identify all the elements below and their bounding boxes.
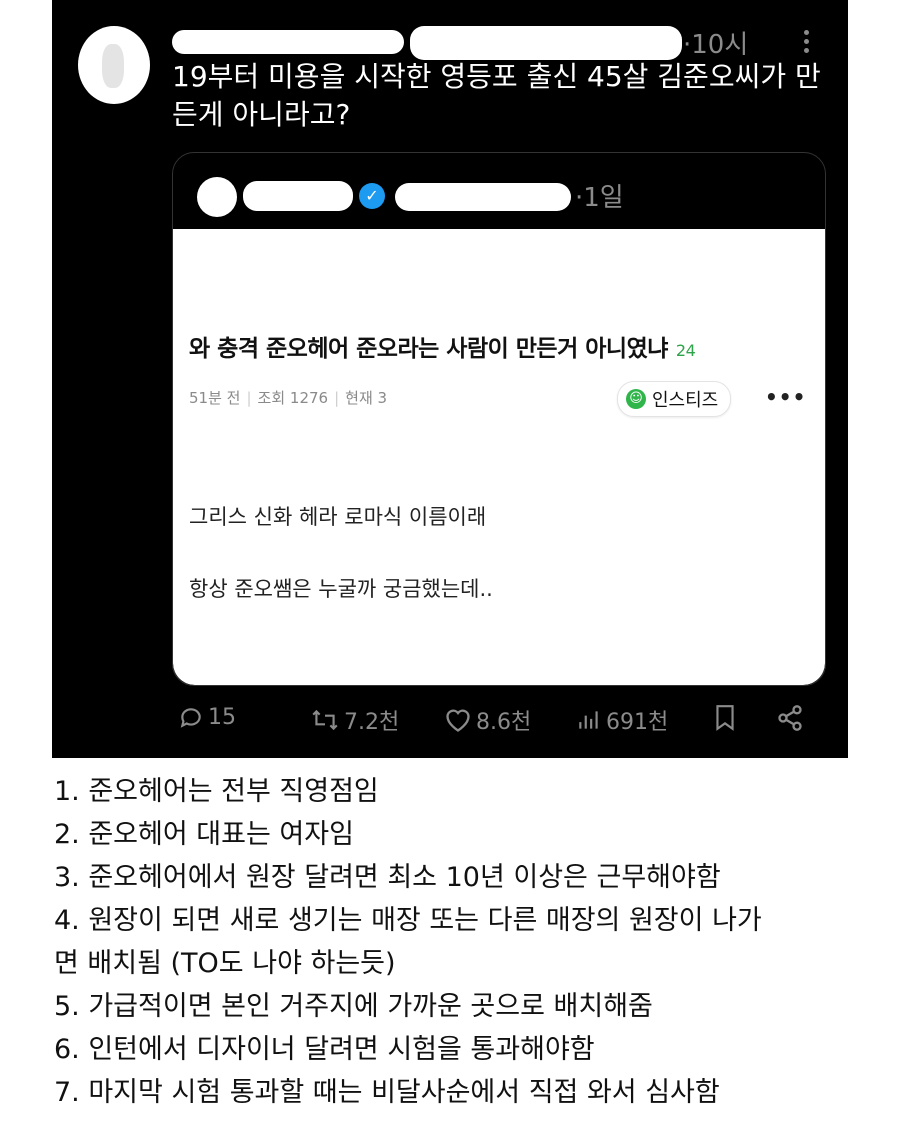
article-current: 현재 3 (345, 389, 388, 407)
article-posted: 51분 전 (189, 389, 241, 407)
article-title-text: 와 충격 준오헤어 준오라는 사람이 만든거 아니였냐 (189, 336, 668, 362)
note-line-3: 3. 준오헤어에서 원장 달려면 최소 10년 이상은 근무해야함 (54, 862, 721, 893)
article-body-line-2: 항상 준오쌤은 누굴까 궁금했는데.. (189, 577, 493, 601)
post-time: ·10시 (683, 30, 749, 60)
article-body-line-1: 그리스 신화 헤라 로마식 이름이래 (189, 505, 487, 529)
smile-icon: ☺ (626, 389, 646, 409)
bookmark-button[interactable] (712, 704, 742, 732)
redacted-quoted-name (243, 181, 353, 211)
article-views: 조회 1276 (257, 389, 329, 407)
views-button[interactable]: 691천 (576, 704, 668, 736)
more-options-icon[interactable] (802, 30, 812, 56)
note-line-7: 7. 마지막 시험 통과할 때는 비달사순에서 직접 와서 심사함 (54, 1077, 720, 1108)
redacted-author-name (172, 30, 404, 54)
note-line-4-cont: 면 배치됨 (TO도 나야 하는듯) (54, 948, 396, 979)
note-line-4: 4. 원장이 되면 새로 생기는 매장 또는 다른 매장의 원장이 나가 (54, 905, 762, 936)
share-button[interactable] (776, 704, 808, 732)
heart-icon (446, 709, 470, 732)
board-chip: ☺ 인스티즈 (617, 381, 732, 417)
article-meta: 51분 전 | 조회 1276 | 현재 3 (189, 389, 388, 407)
note-line-1: 1. 준오헤어는 전부 직영점임 (54, 776, 379, 807)
note-line-2: 2. 준오헤어 대표는 여자임 (54, 819, 354, 850)
views-count: 691천 (606, 710, 669, 735)
quoted-post[interactable]: ✓ ·1일 와 충격 준오헤어 준오라는 사람이 만든거 아니였냐 24 51분 … (172, 152, 826, 686)
share-icon (778, 705, 802, 731)
bookmark-icon (716, 705, 734, 731)
article-more-icon: ••• (765, 385, 807, 409)
repost-count: 7.2천 (344, 710, 400, 735)
author-avatar[interactable] (78, 26, 150, 104)
article-screenshot: 와 충격 준오헤어 준오라는 사람이 만든거 아니였냐 24 51분 전 | 조회 1… (173, 229, 825, 685)
reply-button[interactable]: 15 (178, 704, 236, 730)
note-line-6: 6. 인턴에서 디자이너 달려면 시험을 통과해야함 (54, 1034, 595, 1065)
like-count: 8.6천 (476, 710, 532, 735)
views-icon (579, 711, 598, 729)
redacted-quoted-handle (395, 183, 571, 211)
action-bar: 15 7.2천 8.6천 691천 (178, 704, 818, 744)
reply-count: 15 (208, 704, 236, 730)
board-name: 인스티즈 (652, 390, 719, 411)
reply-icon (180, 708, 201, 728)
notes-list: 1. 준오헤어는 전부 직영점임 2. 준오헤어 대표는 여자임 3. 준오헤어… (54, 770, 854, 1114)
like-button[interactable]: 8.6천 (444, 704, 531, 736)
redacted-author-handle (410, 26, 682, 60)
post-text: 19부터 미용을 시작한 영등포 출신 45살 김준오씨가 만든게 아니라고? (172, 60, 821, 131)
repost-button[interactable]: 7.2천 (310, 704, 399, 736)
quoted-author-avatar (197, 177, 237, 217)
article-comment-count: 24 (675, 341, 696, 360)
quoted-post-time: ·1일 (575, 183, 624, 213)
verified-badge-icon: ✓ (359, 183, 385, 209)
note-line-5: 5. 가급적이면 본인 거주지에 가까운 곳으로 배치해줌 (54, 991, 653, 1022)
repost-icon (312, 709, 338, 731)
article-title: 와 충격 준오헤어 준오라는 사람이 만든거 아니였냐 24 (189, 329, 696, 363)
